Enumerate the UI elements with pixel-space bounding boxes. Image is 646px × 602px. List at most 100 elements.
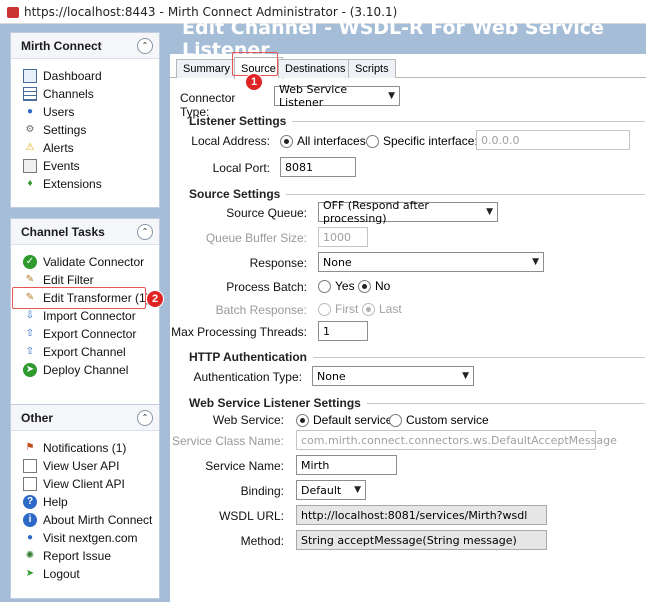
web-service-label: Web Service: xyxy=(212,413,284,427)
task-label: Edit Filter xyxy=(43,273,94,287)
radio-dot xyxy=(318,302,331,316)
queue-buffer-input[interactable]: 1000 xyxy=(318,227,368,247)
max-threads-input[interactable]: 1 xyxy=(318,321,368,341)
globe-icon: ● xyxy=(26,532,34,543)
main-content: Edit Channel - WSDL-R For Web Service Li… xyxy=(170,17,646,602)
task-label: Import Connector xyxy=(43,309,136,323)
radio-custom-service[interactable]: Custom service xyxy=(389,412,489,428)
info-icon: i xyxy=(23,513,37,527)
task-label: Export Channel xyxy=(43,345,126,359)
source-queue-select[interactable]: OFF (Respond after processing) ▼ xyxy=(318,199,498,225)
method-field: String acceptMessage(String message) xyxy=(296,530,547,550)
nav-settings[interactable]: ⚙ Settings xyxy=(23,121,159,139)
radio-label: First xyxy=(335,302,359,316)
mirth-connect-pane-header[interactable]: Mirth Connect ⌃ xyxy=(11,33,159,59)
radio-process-batch-yes[interactable]: Yes xyxy=(318,278,355,294)
section-title: Source Settings xyxy=(189,187,281,201)
specific-interface-input[interactable]: 0.0.0.0 xyxy=(476,130,630,150)
tab-summary[interactable]: Summary xyxy=(176,59,238,78)
radio-label: No xyxy=(375,279,391,293)
check-icon: ✓ xyxy=(23,255,37,269)
radio-dot xyxy=(358,279,371,293)
task-validate-connector[interactable]: ✓ Validate Connector xyxy=(23,253,159,271)
other-label: Report Issue xyxy=(43,549,112,563)
response-select[interactable]: None ▼ xyxy=(318,252,544,272)
other-about[interactable]: i About Mirth Connect xyxy=(23,511,159,529)
channel-tasks-pane-header[interactable]: Channel Tasks ⌃ xyxy=(11,219,159,245)
collapse-icon[interactable]: ⌃ xyxy=(137,409,153,426)
section-ws-listener-settings: Web Service Listener Settings xyxy=(189,396,645,410)
nav-alerts[interactable]: ⚠ Alerts xyxy=(23,139,159,157)
source-queue-label: Source Queue: xyxy=(226,206,307,220)
radio-all-interfaces[interactable]: All interfaces xyxy=(280,133,366,149)
other-view-client-api[interactable]: View Client API xyxy=(23,475,159,493)
wrench-icon: ⚙ xyxy=(25,124,35,135)
nav-channels[interactable]: Channels xyxy=(23,85,159,103)
pane-title: Channel Tasks xyxy=(21,224,105,239)
help-icon: ? xyxy=(23,495,37,509)
megaphone-icon: ⚑ xyxy=(25,442,35,453)
select-value: OFF (Respond after processing) xyxy=(323,199,429,225)
other-label: Logout xyxy=(43,567,80,581)
channels-icon xyxy=(23,87,37,101)
left-task-panel: Mirth Connect ⌃ Dashboard Channels ● User… xyxy=(0,24,170,602)
batch-response-label: Batch Response: xyxy=(215,303,307,317)
other-logout[interactable]: ➤ Logout xyxy=(23,565,159,583)
local-address-label: Local Address: xyxy=(191,134,270,148)
radio-process-batch-no[interactable]: No xyxy=(358,278,390,294)
service-name-input[interactable]: Mirth xyxy=(296,455,397,475)
connector-type-select[interactable]: Web Service Listener ▼ xyxy=(274,83,400,109)
nav-label: Users xyxy=(43,105,75,119)
section-title: Listener Settings xyxy=(189,114,287,128)
other-pane-header[interactable]: Other ⌃ xyxy=(11,405,159,431)
task-deploy-channel[interactable]: ➤ Deploy Channel xyxy=(23,361,159,379)
response-label: Response: xyxy=(249,256,307,270)
task-export-channel[interactable]: ⇧ Export Channel xyxy=(23,343,159,361)
nav-users[interactable]: ● Users xyxy=(23,103,159,121)
service-class-input[interactable]: com.mirth.connect.connectors.ws.DefaultA… xyxy=(296,430,617,450)
collapse-icon[interactable]: ⌃ xyxy=(137,37,153,54)
radio-label: Default service xyxy=(313,413,393,427)
export-icon: ⇧ xyxy=(25,346,35,357)
collapse-icon[interactable]: ⌃ xyxy=(137,223,153,240)
other-help[interactable]: ? Help xyxy=(23,493,159,511)
task-export-connector[interactable]: ⇧ Export Connector xyxy=(23,325,159,343)
binding-select[interactable]: Default ▼ xyxy=(296,480,366,500)
logout-icon: ➤ xyxy=(25,568,35,579)
radio-dot xyxy=(362,302,375,316)
radio-default-service[interactable]: Default service xyxy=(296,412,392,428)
page-title: Edit Channel - WSDL-R For Web Service Li… xyxy=(170,17,646,61)
radio-dot xyxy=(318,279,331,293)
other-label: Visit nextgen.com xyxy=(43,531,138,545)
task-label: Validate Connector xyxy=(43,255,145,269)
edit-icon: ✎ xyxy=(25,274,35,285)
select-value: Default xyxy=(301,483,342,497)
task-label: Export Connector xyxy=(43,327,137,341)
edit-transformer-highlight xyxy=(12,287,146,309)
app-icon xyxy=(6,5,20,19)
auth-type-select[interactable]: None ▼ xyxy=(312,366,474,386)
other-notifications[interactable]: ⚑ Notifications (1) xyxy=(23,439,159,457)
local-port-input[interactable]: 8081 xyxy=(280,157,356,177)
deploy-icon: ➤ xyxy=(23,363,37,377)
tab-scripts[interactable]: Scripts xyxy=(348,59,396,78)
other-label: About Mirth Connect xyxy=(43,513,153,527)
mirth-connect-pane: Mirth Connect ⌃ Dashboard Channels ● User… xyxy=(10,32,160,208)
tab-destinations[interactable]: Destinations xyxy=(278,59,353,78)
auth-type-label: Authentication Type: xyxy=(193,370,302,384)
other-visit-nextgen[interactable]: ● Visit nextgen.com xyxy=(23,529,159,547)
other-report-issue[interactable]: ✺ Report Issue xyxy=(23,547,159,565)
other-view-user-api[interactable]: View User API xyxy=(23,457,159,475)
document-icon xyxy=(23,477,37,491)
nav-events[interactable]: Events xyxy=(23,157,159,175)
other-label: Notifications (1) xyxy=(43,441,127,455)
radio-batch-last[interactable]: Last xyxy=(362,301,402,317)
radio-batch-first[interactable]: First xyxy=(318,301,358,317)
nav-extensions[interactable]: ♦ Extensions xyxy=(23,175,159,193)
nav-dashboard[interactable]: Dashboard xyxy=(23,67,159,85)
radio-label: Last xyxy=(379,302,402,316)
task-import-connector[interactable]: ⇩ Import Connector xyxy=(23,307,159,325)
nav-label: Events xyxy=(43,159,80,173)
radio-specific-interface[interactable]: Specific interface: xyxy=(366,133,478,149)
nav-label: Alerts xyxy=(43,141,74,155)
